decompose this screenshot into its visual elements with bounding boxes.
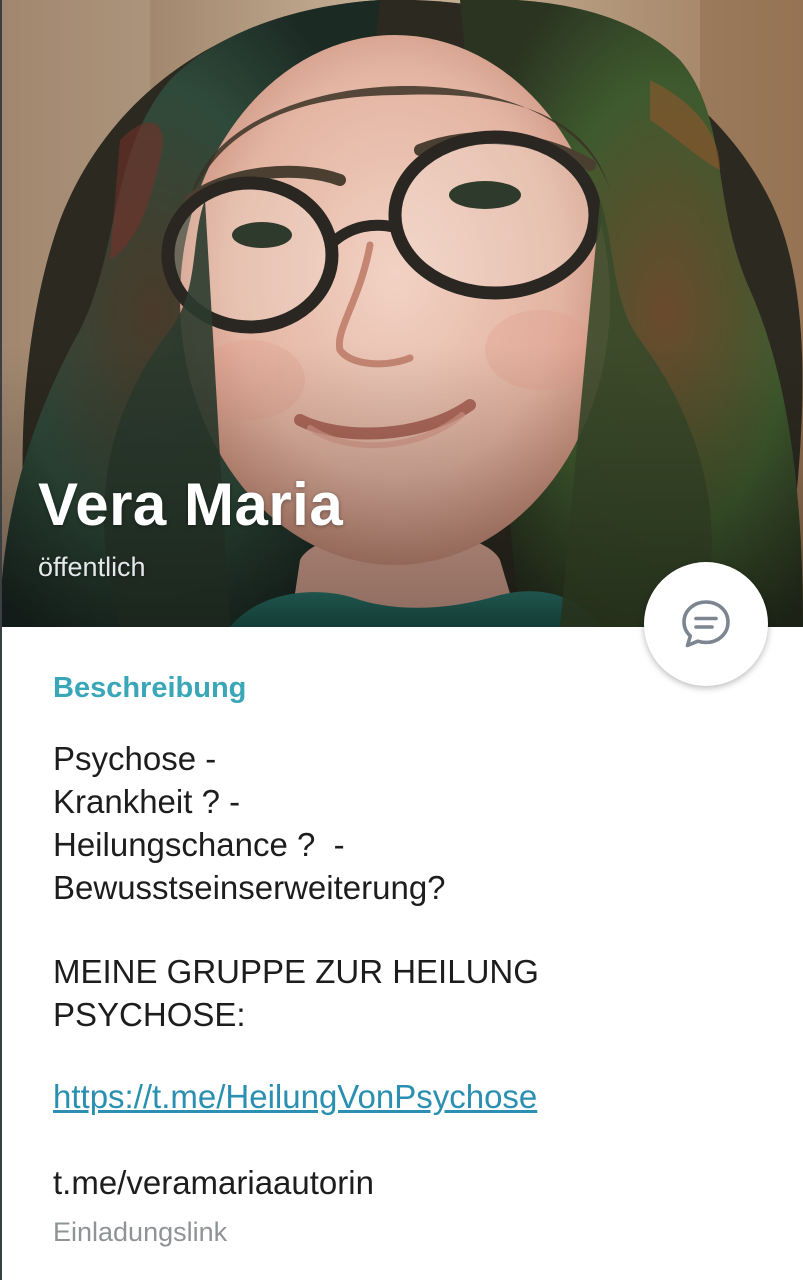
- message-button[interactable]: [644, 562, 768, 686]
- invite-link[interactable]: t.me/veramariaautorin: [53, 1164, 374, 1202]
- description-title: Beschreibung: [53, 672, 247, 704]
- profile-photo[interactable]: Vera Maria öffentlich: [0, 0, 803, 627]
- profile-status: öffentlich: [38, 552, 146, 582]
- description-line: PSYCHOSE:: [53, 996, 246, 1033]
- description-line: MEINE GRUPPE ZUR HEILUNG: [53, 953, 539, 990]
- profile-name: Vera Maria: [38, 471, 344, 538]
- description-line: Psychose -: [53, 740, 217, 777]
- description-line: Heilungschance ? -: [53, 826, 345, 863]
- invite-link-caption: Einladungslink: [53, 1217, 228, 1247]
- description-line: Krankheit ? -: [53, 783, 241, 820]
- profile-screen: Vera Maria öffentlich Beschreibung Psych…: [0, 0, 803, 1280]
- description-line: Bewusstseinserweiterung?: [53, 869, 446, 906]
- chat-bubble-icon: [682, 600, 730, 648]
- left-edge-border: [0, 0, 2, 1280]
- group-link[interactable]: https://t.me/HeilungVonPsychose: [53, 1078, 537, 1116]
